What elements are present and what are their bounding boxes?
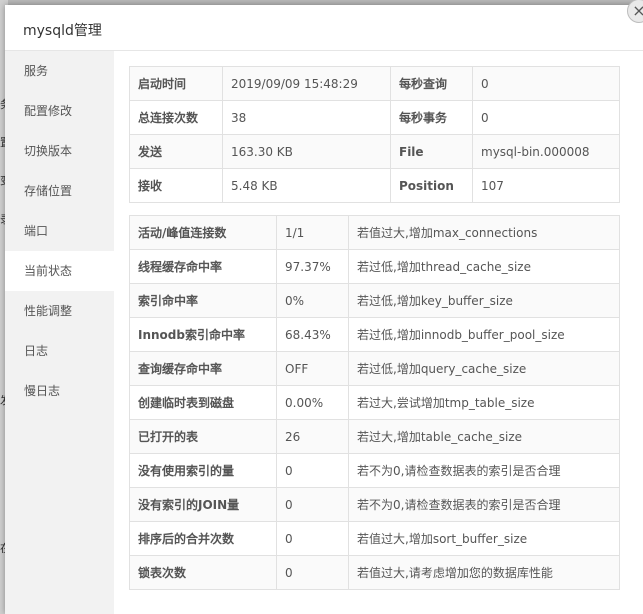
table-row: Innodb索引命中率 68.43% 若过低,增加innodb_buffer_poo… <box>129 317 620 352</box>
status-value: 0 <box>472 100 620 135</box>
sidebar-menu: 服务 配置修改 切换版本 存储位置 端口 当前状态 性能调整 日志 慢日志 <box>5 51 114 614</box>
status-value: 5.48 KB <box>222 168 391 203</box>
status-label: 启动时间 <box>129 66 223 101</box>
metric-name: 查询缓存命中率 <box>129 351 277 386</box>
sidebar-item-label: 端口 <box>24 224 49 238</box>
status-label: 发送 <box>129 134 223 169</box>
status-value: 38 <box>222 100 391 135</box>
table-row: 没有索引的JOIN量 0 若不为0,请检查数据表的索引是否合理 <box>129 487 620 522</box>
status-label: File <box>390 134 473 169</box>
sidebar-item-service[interactable]: 服务 <box>5 51 114 91</box>
sidebar-item-storage[interactable]: 存储位置 <box>5 171 114 211</box>
metric-name: 索引命中率 <box>129 283 277 318</box>
metric-tip: 若过大,增加table_cache_size <box>348 419 620 454</box>
sidebar-item-label: 性能调整 <box>24 304 73 318</box>
metric-value: 0 <box>276 453 349 488</box>
status-label: Position <box>390 168 473 203</box>
dialog-title: mysqld管理 <box>23 23 102 39</box>
metric-name: 创建临时表到磁盘 <box>129 385 277 420</box>
status-value: 0 <box>472 66 620 101</box>
sidebar-item-label: 配置修改 <box>24 104 73 118</box>
metric-tip: 若值过大,请考虑增加您的数据库性能 <box>348 555 620 590</box>
metric-name: 已打开的表 <box>129 419 277 454</box>
status-label: 接收 <box>129 168 223 203</box>
metric-value: 0% <box>276 283 349 318</box>
sidebar-item-label: 慢日志 <box>24 384 61 398</box>
metric-name: 线程缓存命中率 <box>129 249 277 284</box>
metric-value: 0.00% <box>276 385 349 420</box>
metric-value: 0 <box>276 555 349 590</box>
sidebar-item-performance[interactable]: 性能调整 <box>5 291 114 331</box>
table-row: 查询缓存命中率 OFF 若过低,增加query_cache_size <box>129 351 620 386</box>
dialog-title-bar: mysqld管理 <box>5 5 643 51</box>
metric-value: 0 <box>276 521 349 556</box>
sidebar-item-label: 服务 <box>24 64 49 78</box>
metric-value: 68.43% <box>276 317 349 352</box>
sidebar-item-port[interactable]: 端口 <box>5 211 114 251</box>
metric-name: Innodb索引命中率 <box>129 317 277 352</box>
metric-tip: 若值过大,增加sort_buffer_size <box>348 521 620 556</box>
table-row: 总连接次数 38 每秒事务 0 <box>129 100 620 135</box>
table-row: 线程缓存命中率 97.37% 若过低,增加thread_cache_size <box>129 249 620 284</box>
table-row: 活动/峰值连接数 1/1 若值过大,增加max_connections <box>129 215 620 250</box>
metric-tip: 若过低,增加key_buffer_size <box>348 283 620 318</box>
table-row: 索引命中率 0% 若过低,增加key_buffer_size <box>129 283 620 318</box>
status-value: mysql-bin.000008 <box>472 134 620 169</box>
sidebar-item-label: 日志 <box>24 344 49 358</box>
metric-name: 排序后的合并次数 <box>129 521 277 556</box>
table-row: 创建临时表到磁盘 0.00% 若过大,尝试增加tmp_table_size <box>129 385 620 420</box>
metric-name: 没有索引的JOIN量 <box>129 487 277 522</box>
metric-tip: 若过低,增加thread_cache_size <box>348 249 620 284</box>
metric-value: 97.37% <box>276 249 349 284</box>
table-row: 锁表次数 0 若值过大,请考虑增加您的数据库性能 <box>129 555 620 590</box>
sidebar-item-log[interactable]: 日志 <box>5 331 114 371</box>
sidebar-item-config[interactable]: 配置修改 <box>5 91 114 131</box>
metric-value: 0 <box>276 487 349 522</box>
metric-tip: 若值过大,增加max_connections <box>348 215 620 250</box>
metric-tip: 若过低,增加query_cache_size <box>348 351 620 386</box>
table-row: 没有使用索引的量 0 若不为0,请检查数据表的索引是否合理 <box>129 453 620 488</box>
sidebar-item-slow-log[interactable]: 慢日志 <box>5 371 114 411</box>
metric-value: 26 <box>276 419 349 454</box>
status-label: 每秒事务 <box>390 100 473 135</box>
status-content: 启动时间 2019/09/09 15:48:29 每秒查询 0 总连接次数 38 每秒事务 0… <box>129 66 620 590</box>
metric-value: 1/1 <box>276 215 349 250</box>
metric-name: 锁表次数 <box>129 555 277 590</box>
sidebar-item-switch-version[interactable]: 切换版本 <box>5 131 114 171</box>
status-value: 163.30 KB <box>222 134 391 169</box>
metric-name: 活动/峰值连接数 <box>129 215 277 250</box>
performance-table: 活动/峰值连接数 1/1 若值过大,增加max_connections 线程缓存命中率… <box>129 215 620 590</box>
status-value: 107 <box>472 168 620 203</box>
sidebar-item-label: 存储位置 <box>24 184 73 198</box>
close-icon: × <box>632 1 643 20</box>
table-row: 排序后的合并次数 0 若值过大,增加sort_buffer_size <box>129 521 620 556</box>
table-row: 接收 5.48 KB Position 107 <box>129 168 620 203</box>
metric-value: OFF <box>276 351 349 386</box>
metric-tip: 若不为0,请检查数据表的索引是否合理 <box>348 487 620 522</box>
metric-tip: 若过大,尝试增加tmp_table_size <box>348 385 620 420</box>
sidebar-item-label: 切换版本 <box>24 144 73 158</box>
sidebar-item-status[interactable]: 当前状态 <box>5 251 114 291</box>
table-row: 启动时间 2019/09/09 15:48:29 每秒查询 0 <box>129 66 620 101</box>
metric-tip: 若不为0,请检查数据表的索引是否合理 <box>348 453 620 488</box>
status-value: 2019/09/09 15:48:29 <box>222 66 391 101</box>
status-label: 总连接次数 <box>129 100 223 135</box>
metric-name: 没有使用索引的量 <box>129 453 277 488</box>
status-info-table: 启动时间 2019/09/09 15:48:29 每秒查询 0 总连接次数 38 每秒事务 0… <box>129 66 620 203</box>
sidebar-item-label: 当前状态 <box>24 264 73 278</box>
table-row: 发送 163.30 KB File mysql-bin.000008 <box>129 134 620 169</box>
mysqld-manage-dialog: mysqld管理 × 服务 配置修改 切换版本 存储位置 端口 当前状态 性能调… <box>5 0 643 614</box>
metric-tip: 若过低,增加innodb_buffer_pool_size <box>348 317 620 352</box>
status-label: 每秒查询 <box>390 66 473 101</box>
table-row: 已打开的表 26 若过大,增加table_cache_size <box>129 419 620 454</box>
